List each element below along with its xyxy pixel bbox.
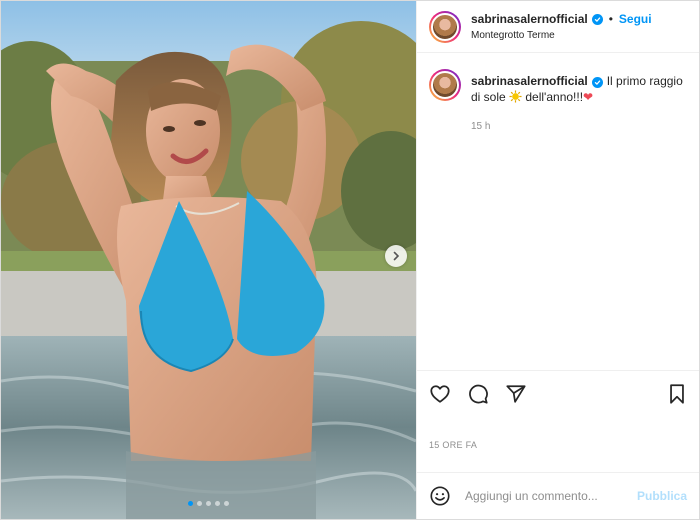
caption-username[interactable]: sabrinasalernofficial bbox=[471, 74, 588, 88]
share-button[interactable] bbox=[505, 383, 527, 405]
post-timestamp[interactable]: 15 ORE FA bbox=[429, 440, 477, 450]
save-button[interactable] bbox=[667, 383, 687, 405]
comment-bar: Pubblica bbox=[417, 473, 699, 519]
caption-text-end: dell'anno!!! bbox=[525, 90, 584, 104]
publish-button[interactable]: Pubblica bbox=[637, 489, 687, 503]
comment-button[interactable] bbox=[467, 383, 489, 405]
heart-icon bbox=[430, 385, 450, 403]
separator-dot: • bbox=[608, 12, 613, 26]
caption: sabrinasalernofficial Il primo raggio di… bbox=[471, 73, 687, 107]
carousel-dot bbox=[197, 501, 202, 506]
bookmark-icon bbox=[670, 384, 684, 404]
sun-emoji-icon bbox=[509, 90, 522, 107]
location-link[interactable]: Montegrotto Terme bbox=[471, 30, 652, 41]
emoji-picker-button[interactable] bbox=[429, 485, 451, 507]
follow-button[interactable]: Segui bbox=[619, 12, 652, 26]
carousel-next-button[interactable] bbox=[385, 245, 407, 267]
caption-timestamp[interactable]: 15 h bbox=[471, 121, 687, 132]
carousel-indicator bbox=[1, 501, 416, 506]
verified-badge-icon bbox=[591, 13, 603, 25]
red-heart-icon: ❤ bbox=[583, 90, 594, 104]
instagram-post: sabrinasalernofficial • Segui Montegrott… bbox=[0, 0, 700, 520]
verified-badge-icon bbox=[591, 77, 603, 88]
avatar[interactable] bbox=[429, 10, 461, 43]
action-bar bbox=[417, 371, 699, 417]
post-side-panel: sabrinasalernofficial • Segui Montegrott… bbox=[416, 1, 699, 519]
chevron-right-icon bbox=[393, 251, 400, 261]
avatar[interactable] bbox=[429, 69, 461, 101]
post-meta: 15 ORE FA bbox=[417, 417, 699, 473]
paper-plane-icon bbox=[506, 385, 526, 403]
author-username[interactable]: sabrinasalernofficial bbox=[471, 12, 588, 26]
caption-area: sabrinasalernofficial Il primo raggio di… bbox=[417, 53, 699, 371]
comment-bubble-icon bbox=[469, 384, 488, 404]
carousel-dot bbox=[188, 501, 193, 506]
post-header: sabrinasalernofficial • Segui Montegrott… bbox=[417, 1, 699, 53]
smiley-icon bbox=[430, 486, 450, 506]
post-photo bbox=[1, 1, 416, 519]
post-media[interactable] bbox=[1, 1, 416, 519]
carousel-dot bbox=[206, 501, 211, 506]
comment-input[interactable] bbox=[463, 488, 625, 504]
like-button[interactable] bbox=[429, 383, 451, 405]
carousel-dot bbox=[215, 501, 220, 506]
carousel-dot bbox=[224, 501, 229, 506]
